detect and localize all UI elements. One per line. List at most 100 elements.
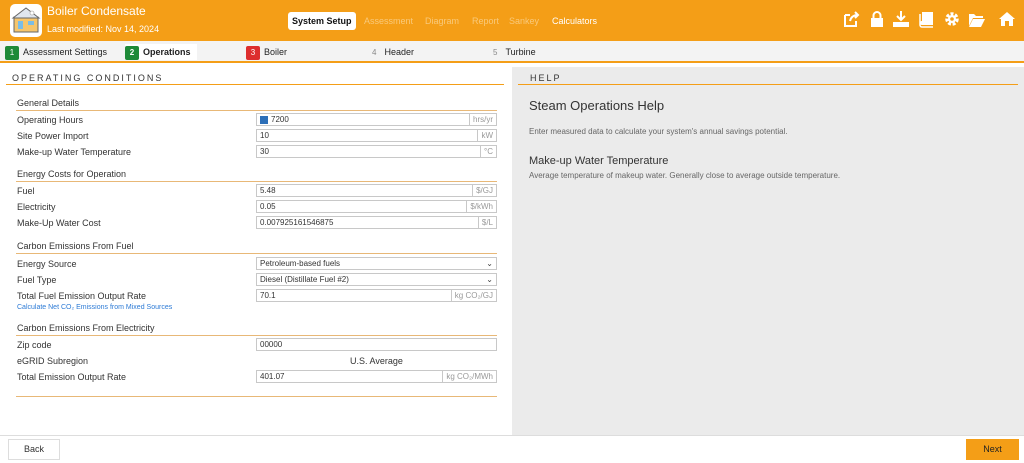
tab-sankey[interactable]: Sankey xyxy=(509,12,539,30)
unit-label: kg CO₂/GJ xyxy=(450,290,496,301)
book-icon[interactable] xyxy=(918,10,936,28)
makeup-temp-input[interactable]: 30 °C xyxy=(256,145,497,158)
help-panel: HELP Steam Operations Help Enter measure… xyxy=(512,67,1024,435)
elec-emission-rate-label: Total Emission Output Rate xyxy=(17,372,127,382)
help-sub-desc: Average temperature of makeup water. Gen… xyxy=(529,171,841,180)
folder-open-icon[interactable] xyxy=(968,10,986,28)
fuel-type-value: Diesel (Distillate Fuel #2) xyxy=(260,275,349,284)
fuel-cost-input[interactable]: 5.48 $/GJ xyxy=(256,184,497,197)
app-title: Boiler Condensate xyxy=(47,4,146,18)
back-button[interactable]: Back xyxy=(8,439,60,460)
elec-emission-rate-value: 401.07 xyxy=(260,372,285,381)
divider xyxy=(16,253,497,254)
fuel-label: Fuel xyxy=(17,186,35,196)
next-button[interactable]: Next xyxy=(966,439,1019,460)
fuel-cost-value: 5.48 xyxy=(260,186,276,195)
energy-source-label: Energy Source xyxy=(17,259,77,269)
operating-hours-label: Operating Hours xyxy=(17,115,84,125)
calculator-icon[interactable] xyxy=(260,115,268,124)
help-heading: HELP xyxy=(530,73,562,83)
step-operations[interactable]: 2 Operations xyxy=(125,44,197,60)
operating-hours-input[interactable]: 7200 hrs/yr xyxy=(256,113,497,126)
unit-label: $/L xyxy=(477,217,496,228)
home-icon[interactable] xyxy=(998,10,1016,28)
makeup-temp-value: 30 xyxy=(260,147,269,156)
zip-code-input[interactable]: 00000 xyxy=(256,338,497,351)
step-number: 2 xyxy=(125,45,139,60)
group-heading-carbon-fuel: Carbon Emissions From Fuel xyxy=(17,241,134,251)
unit-label: hrs/yr xyxy=(469,114,496,125)
water-cost-value: 0.007925161546875 xyxy=(260,218,334,227)
help-intro: Enter measured data to calculate your sy… xyxy=(529,127,788,136)
step-number: 4 xyxy=(372,47,377,57)
group-heading-carbon-elec: Carbon Emissions From Electricity xyxy=(17,323,155,333)
step-boiler[interactable]: 3 Boiler xyxy=(246,44,287,60)
water-cost-label: Make-Up Water Cost xyxy=(17,218,101,228)
app-header: Boiler Condensate Last modified: Nov 14,… xyxy=(0,0,1024,41)
boiler-logo-icon xyxy=(10,4,42,37)
energy-source-value: Petroleum-based fuels xyxy=(260,259,341,268)
divider xyxy=(16,110,497,111)
divider xyxy=(16,335,497,336)
gear-icon[interactable] xyxy=(943,10,961,28)
step-label: Turbine xyxy=(505,47,536,57)
tab-calculators[interactable]: Calculators xyxy=(552,12,597,30)
divider xyxy=(16,396,497,397)
step-number: 5 xyxy=(493,47,498,57)
site-power-label: Site Power Import xyxy=(17,131,89,141)
unit-label: kW xyxy=(477,130,496,141)
zip-code-value: 00000 xyxy=(260,340,283,349)
step-turbine[interactable]: 5 Turbine xyxy=(493,44,536,60)
tab-system-setup[interactable]: System Setup xyxy=(288,12,356,30)
step-assessment-settings[interactable]: 1 Assessment Settings xyxy=(5,44,107,60)
divider xyxy=(518,84,1018,85)
site-power-input[interactable]: 10 kW xyxy=(256,129,497,142)
tab-report[interactable]: Report xyxy=(472,12,499,30)
group-heading-general: General Details xyxy=(17,98,80,108)
fuel-emission-rate-value: 70.1 xyxy=(260,291,276,300)
chevron-down-icon: ⌄ xyxy=(486,259,493,268)
footer-bar: Back Next xyxy=(0,435,1024,463)
fuel-emission-rate-label: Total Fuel Emission Output Rate xyxy=(17,291,147,301)
unit-label: kg CO₂/MWh xyxy=(442,371,496,382)
step-label: Assessment Settings xyxy=(23,47,108,57)
step-number: 3 xyxy=(246,45,260,60)
operating-conditions-panel: OPERATING CONDITIONS General Details Ope… xyxy=(0,67,512,435)
electricity-cost-input[interactable]: 0.05 $/kWh xyxy=(256,200,497,213)
group-heading-energy: Energy Costs for Operation xyxy=(17,169,127,179)
divider xyxy=(6,84,504,85)
site-power-value: 10 xyxy=(260,131,269,140)
fuel-type-select[interactable]: Diesel (Distillate Fuel #2) ⌄ xyxy=(256,273,497,286)
step-header[interactable]: 4 Header xyxy=(372,44,414,60)
egrid-value: U.S. Average xyxy=(350,356,403,366)
step-bar: 1 Assessment Settings 2 Operations 3 Boiler… xyxy=(0,41,1024,63)
electricity-cost-value: 0.05 xyxy=(260,202,276,211)
tab-assessment[interactable]: Assessment xyxy=(364,12,413,30)
makeup-temp-label: Make-up Water Temperature xyxy=(17,147,132,157)
lock-icon[interactable] xyxy=(868,10,886,28)
chevron-down-icon: ⌄ xyxy=(486,275,493,284)
unit-label: °C xyxy=(480,146,496,157)
help-title: Steam Operations Help xyxy=(529,98,665,113)
fuel-emission-rate-input[interactable]: 70.1 kg CO₂/GJ xyxy=(256,289,497,302)
fuel-type-label: Fuel Type xyxy=(17,275,57,285)
unit-label: $/kWh xyxy=(466,201,496,212)
divider xyxy=(16,181,497,182)
panel-heading: OPERATING CONDITIONS xyxy=(12,73,164,83)
zip-code-label: Zip code xyxy=(17,340,52,350)
step-label: Operations xyxy=(143,47,191,57)
operating-hours-value: 7200 xyxy=(271,115,289,124)
step-label: Header xyxy=(384,47,414,57)
elec-emission-rate-input[interactable]: 401.07 kg CO₂/MWh xyxy=(256,370,497,383)
unit-label: $/GJ xyxy=(472,185,496,196)
share-icon[interactable] xyxy=(843,10,861,28)
step-number: 1 xyxy=(5,45,19,60)
energy-source-select[interactable]: Petroleum-based fuels ⌄ xyxy=(256,257,497,270)
download-icon[interactable] xyxy=(892,10,910,28)
water-cost-input[interactable]: 0.007925161546875 $/L xyxy=(256,216,497,229)
mixed-sources-link[interactable]: Calculate Net CO₂ Emissions from Mixed S… xyxy=(17,304,172,311)
tab-diagram[interactable]: Diagram xyxy=(425,12,459,30)
last-modified: Last modified: Nov 14, 2024 xyxy=(47,24,160,34)
egrid-label: eGRID Subregion xyxy=(17,356,89,366)
electricity-label: Electricity xyxy=(17,202,56,212)
